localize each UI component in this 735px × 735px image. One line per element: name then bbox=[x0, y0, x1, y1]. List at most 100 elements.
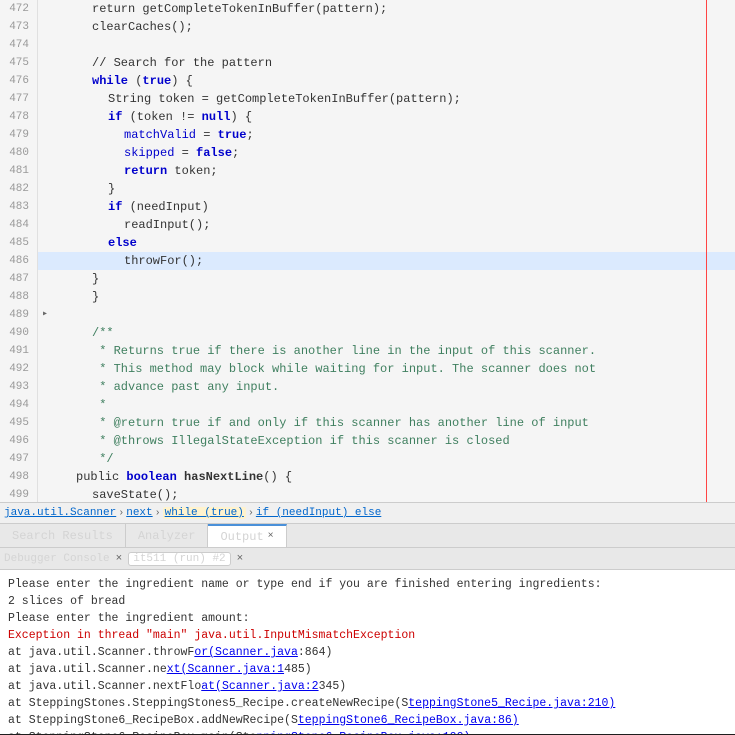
line-number: 485 bbox=[0, 234, 38, 252]
line-content: * Returns true if there is another line … bbox=[52, 342, 596, 360]
line-content: saveState(); bbox=[52, 486, 178, 502]
code-line: 487} bbox=[0, 270, 735, 288]
line-number: 491 bbox=[0, 342, 38, 360]
line-content: readInput(); bbox=[52, 216, 210, 234]
line-number: 481 bbox=[0, 162, 38, 180]
breadcrumb: java.util.Scanner › next › while (true) … bbox=[0, 502, 735, 524]
line-number: 478 bbox=[0, 108, 38, 126]
breadcrumb-if[interactable]: if (needInput) else bbox=[256, 507, 381, 519]
tab-output-close[interactable]: × bbox=[268, 531, 274, 542]
line-number: 496 bbox=[0, 432, 38, 450]
line-content: * This method may block while waiting fo… bbox=[52, 360, 596, 378]
console-link[interactable]: teppingStone5_Recipe.java:210) bbox=[408, 697, 615, 710]
console-line: Exception in thread "main" java.util.Inp… bbox=[8, 627, 727, 644]
line-content: throwFor(); bbox=[52, 252, 203, 270]
line-content: return token; bbox=[52, 162, 218, 180]
line-content: skipped = false; bbox=[52, 144, 239, 162]
line-content: */ bbox=[52, 450, 114, 468]
tab-search-results[interactable]: Search Results bbox=[0, 524, 126, 547]
console-link[interactable]: or(Scanner.java bbox=[194, 646, 298, 659]
line-number: 474 bbox=[0, 36, 38, 54]
line-number: 480 bbox=[0, 144, 38, 162]
line-content: * @throws IllegalStateException if this … bbox=[52, 432, 510, 450]
line-content: while (true) { bbox=[52, 72, 193, 90]
breadcrumb-arrow-3: › bbox=[248, 508, 254, 519]
console-line: at SteppingStones.SteppingStones5_Recipe… bbox=[8, 695, 727, 712]
code-line: 496 * @throws IllegalStateException if t… bbox=[0, 432, 735, 450]
code-editor: 472 return getCompleteTokenInBuffer(patte… bbox=[0, 0, 735, 502]
code-line: 472 return getCompleteTokenInBuffer(patte… bbox=[0, 0, 735, 18]
code-line: 481 return token; bbox=[0, 162, 735, 180]
code-line: 483 if (needInput) bbox=[0, 198, 735, 216]
line-content: if (token != null) { bbox=[52, 108, 252, 126]
line-number: 492 bbox=[0, 360, 38, 378]
line-content: String token = getCompleteTokenInBuffer(… bbox=[52, 90, 461, 108]
console-title-close[interactable]: × bbox=[116, 553, 123, 565]
code-line: 495 * @return true if and only if this s… bbox=[0, 414, 735, 432]
line-content: * advance past any input. bbox=[52, 378, 279, 396]
line-content: * @return true if and only if this scann… bbox=[52, 414, 589, 432]
line-content: } bbox=[52, 288, 99, 306]
line-number: 476 bbox=[0, 72, 38, 90]
bottom-tab-bar: Search Results Analyzer Output × bbox=[0, 524, 735, 548]
code-line: 480 skipped = false; bbox=[0, 144, 735, 162]
line-number: 472 bbox=[0, 0, 38, 18]
line-content: matchValid = true; bbox=[52, 126, 254, 144]
bottom-section: Search Results Analyzer Output × Debugge… bbox=[0, 524, 735, 734]
console-link[interactable]: xt(Scanner.java:1 bbox=[167, 663, 284, 676]
line-number: 487 bbox=[0, 270, 38, 288]
line-content: clearCaches(); bbox=[52, 18, 193, 36]
console-line: Please enter the ingredient name or type… bbox=[8, 576, 727, 593]
line-content: } bbox=[52, 180, 115, 198]
breadcrumb-arrow-2: › bbox=[155, 508, 161, 519]
console-line: at java.util.Scanner.throwFor(Scanner.ja… bbox=[8, 644, 727, 661]
code-line: 490/** bbox=[0, 324, 735, 342]
console-link[interactable]: teppingStone6_RecipeBox.java:86) bbox=[298, 714, 519, 727]
code-line: 485 else bbox=[0, 234, 735, 252]
console-link[interactable]: at(Scanner.java:2 bbox=[201, 680, 318, 693]
code-line: 477 String token = getCompleteTokenInBuff… bbox=[0, 90, 735, 108]
code-line: 497 */ bbox=[0, 450, 735, 468]
line-content: else bbox=[52, 234, 137, 252]
console-line: at SteppingStone6_RecipeBox.main(Steppin… bbox=[8, 729, 727, 734]
line-number: 497 bbox=[0, 450, 38, 468]
line-number: 488 bbox=[0, 288, 38, 306]
console-link[interactable]: ppingStone6_RecipeBox.java:100) bbox=[256, 731, 470, 734]
code-line: 479matchValid = true; bbox=[0, 126, 735, 144]
code-line: 478 if (token != null) { bbox=[0, 108, 735, 126]
code-line: 494 * bbox=[0, 396, 735, 414]
line-number: 483 bbox=[0, 198, 38, 216]
breadcrumb-scanner[interactable]: java.util.Scanner bbox=[4, 507, 116, 519]
line-content: /** bbox=[52, 324, 114, 342]
breadcrumb-while[interactable]: while (true) bbox=[163, 507, 246, 519]
code-line: 482} bbox=[0, 180, 735, 198]
line-number: 477 bbox=[0, 90, 38, 108]
console-line: at java.util.Scanner.nextFloat(Scanner.j… bbox=[8, 678, 727, 695]
line-content: if (needInput) bbox=[52, 198, 209, 216]
tab-analyzer[interactable]: Analyzer bbox=[126, 524, 209, 547]
line-content: return getCompleteTokenInBuffer(pattern)… bbox=[52, 0, 387, 18]
breadcrumb-arrow-1: › bbox=[118, 508, 124, 519]
line-number: 498 bbox=[0, 468, 38, 486]
line-number: 486 bbox=[0, 252, 38, 270]
line-number: 499 bbox=[0, 486, 38, 502]
line-number: 473 bbox=[0, 18, 38, 36]
code-line: 484readInput(); bbox=[0, 216, 735, 234]
console-title: Debugger Console bbox=[4, 553, 110, 565]
line-number: 482 bbox=[0, 180, 38, 198]
console-run-badge[interactable]: it511 (run) #2 bbox=[128, 552, 230, 566]
code-line: 492 * This method may block while waitin… bbox=[0, 360, 735, 378]
console-header: Debugger Console × it511 (run) #2 × bbox=[0, 548, 735, 570]
line-number: 489 bbox=[0, 306, 38, 324]
console-run-close[interactable]: × bbox=[237, 553, 244, 565]
breadcrumb-next[interactable]: next bbox=[126, 507, 152, 519]
line-number: 495 bbox=[0, 414, 38, 432]
line-content: public boolean hasNextLine() { bbox=[52, 468, 292, 486]
code-line: 499 saveState(); bbox=[0, 486, 735, 502]
collapse-icon[interactable]: ▸ bbox=[38, 306, 52, 324]
console-line: Please enter the ingredient amount: bbox=[8, 610, 727, 627]
code-line: 491 * Returns true if there is another l… bbox=[0, 342, 735, 360]
console-content-area: Please enter the ingredient name or type… bbox=[0, 570, 735, 734]
tab-output[interactable]: Output × bbox=[208, 524, 286, 547]
code-line: 493 * advance past any input. bbox=[0, 378, 735, 396]
